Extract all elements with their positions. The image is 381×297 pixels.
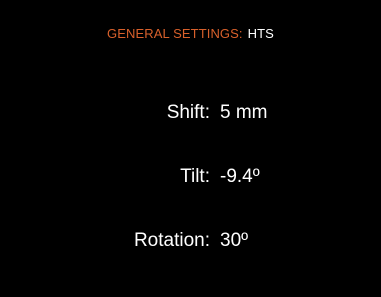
screen-header: GENERAL SETTINGS: HTS — [0, 26, 381, 41]
shift-row: Shift: 5 mm — [0, 102, 381, 132]
settings-screen: GENERAL SETTINGS: HTS Shift: 5 mm Tilt: -… — [0, 0, 381, 297]
rotation-row: Rotation: 30º — [0, 230, 381, 260]
rotation-label: Rotation: — [133, 230, 210, 251]
tilt-label: Tilt: — [180, 166, 210, 187]
tilt-row: Tilt: -9.4º — [0, 166, 381, 196]
rotation-value: 30º — [220, 230, 249, 251]
shift-value: 5 mm — [220, 102, 268, 123]
shift-label: Shift: — [166, 102, 210, 123]
section-title: GENERAL SETTINGS: — [107, 26, 243, 41]
mode-label: HTS — [247, 26, 274, 41]
tilt-value: -9.4º — [220, 166, 260, 187]
